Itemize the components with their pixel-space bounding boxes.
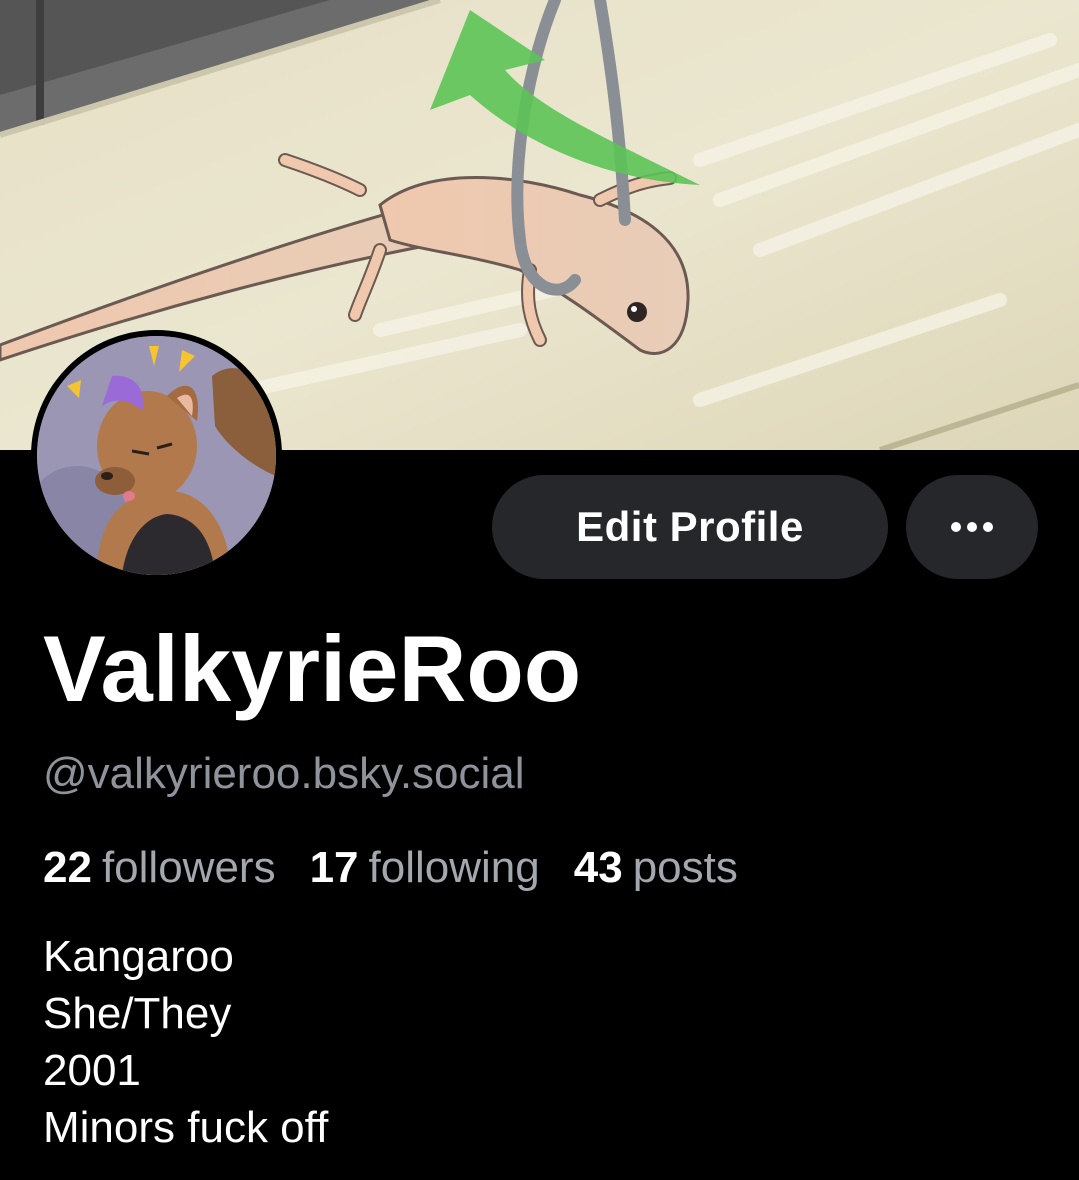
edit-profile-button[interactable]: Edit Profile xyxy=(492,475,888,579)
profile-bio: Kangaroo She/They 2001 Minors fuck off xyxy=(43,928,328,1156)
more-options-button[interactable] xyxy=(906,475,1038,579)
bio-line: Kangaroo xyxy=(43,932,234,981)
posts-count: 43 xyxy=(573,843,623,892)
profile-stats: 22 followers 17 following 43 posts xyxy=(43,846,772,890)
following-link[interactable]: 17 following xyxy=(310,846,540,890)
avatar[interactable] xyxy=(31,330,282,581)
avatar-image xyxy=(37,336,276,575)
ellipsis-icon xyxy=(951,522,993,532)
bio-line: She/They xyxy=(43,989,232,1038)
followers-link[interactable]: 22 followers xyxy=(43,846,276,890)
following-count: 17 xyxy=(309,843,359,892)
posts-stat: 43 posts xyxy=(574,846,738,890)
posts-label: posts xyxy=(632,843,738,892)
display-name: ValkyrieRoo xyxy=(43,616,582,721)
bio-line: Minors fuck off xyxy=(43,1103,329,1152)
following-label: following xyxy=(368,843,540,892)
bio-line: 2001 xyxy=(43,1046,141,1095)
profile-handle: @valkyrieroo.bsky.social xyxy=(43,749,525,798)
followers-count: 22 xyxy=(43,843,92,892)
followers-label: followers xyxy=(101,843,276,892)
